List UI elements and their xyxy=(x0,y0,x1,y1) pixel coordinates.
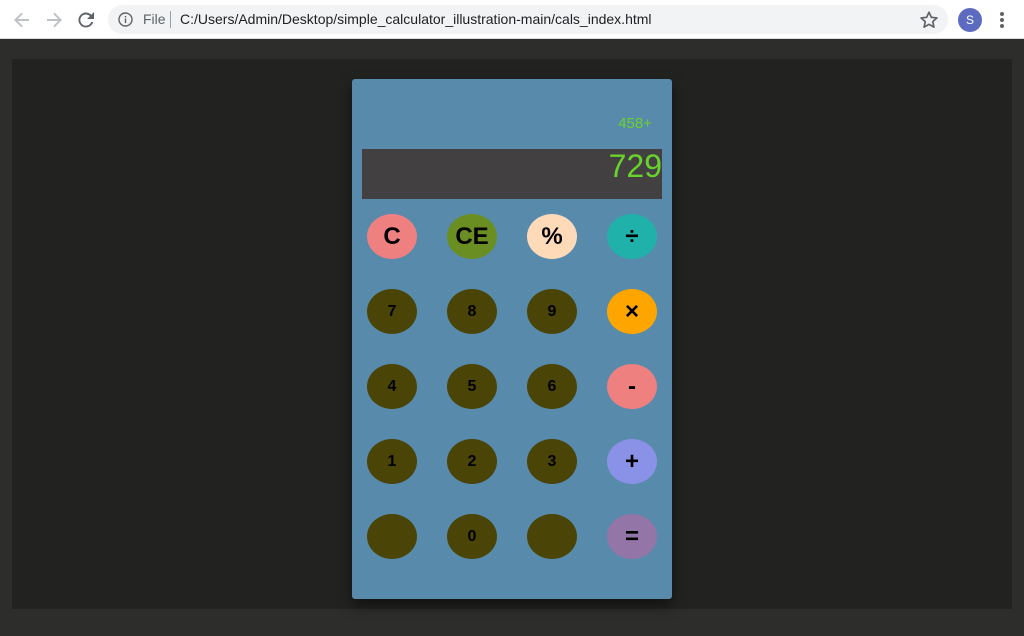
info-icon[interactable] xyxy=(118,12,133,27)
calculator: 458+ 729 C CE % ÷ 7 8 9 × 4 5 6 - 1 2 3 … xyxy=(352,79,672,599)
address-bar[interactable]: File C:/Users/Admin/Desktop/simple_calcu… xyxy=(108,5,948,34)
digit-1-button[interactable]: 1 xyxy=(367,439,417,484)
reload-icon[interactable] xyxy=(74,8,98,32)
plus-button[interactable]: + xyxy=(607,439,657,484)
browser-toolbar: File C:/Users/Admin/Desktop/simple_calcu… xyxy=(0,0,1024,39)
percent-button[interactable]: % xyxy=(527,214,577,259)
digit-3-button[interactable]: 3 xyxy=(527,439,577,484)
digit-5-button[interactable]: 5 xyxy=(447,364,497,409)
url-scheme-label: File xyxy=(143,11,166,27)
url-separator xyxy=(170,11,171,28)
equals-button[interactable]: = xyxy=(607,514,657,559)
calculator-display: 729 xyxy=(362,149,662,199)
digit-9-button[interactable]: 9 xyxy=(527,289,577,334)
digit-0-button[interactable]: 0 xyxy=(447,514,497,559)
bookmark-star-icon[interactable] xyxy=(918,9,940,31)
url-text[interactable]: C:/Users/Admin/Desktop/simple_calculator… xyxy=(180,12,652,27)
page-viewport: 458+ 729 C CE % ÷ 7 8 9 × 4 5 6 - 1 2 3 … xyxy=(12,59,1012,609)
blank-right-button[interactable] xyxy=(527,514,577,559)
profile-avatar[interactable]: S xyxy=(958,8,982,32)
digit-7-button[interactable]: 7 xyxy=(367,289,417,334)
multiply-button[interactable]: × xyxy=(607,289,657,334)
minus-button[interactable]: - xyxy=(607,364,657,409)
blank-left-button[interactable] xyxy=(367,514,417,559)
divide-button[interactable]: ÷ xyxy=(607,214,657,259)
clear-button[interactable]: C xyxy=(367,214,417,259)
history-expression: 458+ xyxy=(618,115,652,132)
digit-8-button[interactable]: 8 xyxy=(447,289,497,334)
digit-4-button[interactable]: 4 xyxy=(367,364,417,409)
digit-6-button[interactable]: 6 xyxy=(527,364,577,409)
kebab-menu-icon[interactable] xyxy=(992,8,1012,32)
clear-entry-button[interactable]: CE xyxy=(447,214,497,259)
digit-2-button[interactable]: 2 xyxy=(447,439,497,484)
forward-icon[interactable] xyxy=(42,8,66,32)
back-icon[interactable] xyxy=(10,8,34,32)
